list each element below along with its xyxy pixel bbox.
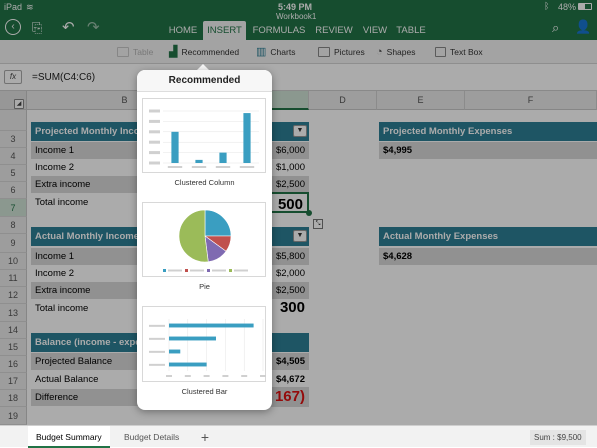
legend-swatch	[163, 269, 166, 272]
legend-label	[212, 269, 226, 272]
pie-slice	[178, 209, 209, 263]
column-mark	[195, 159, 203, 163]
y-tick-label	[149, 119, 160, 123]
clustered-column-label: Clustered Column	[174, 178, 235, 187]
y-tick-label	[149, 130, 160, 134]
x-tick-label	[166, 375, 172, 377]
legend-label	[168, 269, 182, 272]
legend-label	[190, 269, 204, 272]
pie-chart-preview	[163, 209, 248, 272]
bar-mark	[169, 323, 254, 328]
x-tick-label	[260, 375, 266, 377]
add-sheet-icon[interactable]: +	[196, 428, 214, 446]
y-tick-label	[149, 337, 165, 340]
x-tick-label	[167, 166, 183, 168]
sheet-tab-budget-details[interactable]: Budget Details	[116, 426, 187, 448]
x-tick-label	[239, 166, 255, 168]
column-mark	[243, 113, 251, 163]
column-mark	[219, 152, 227, 163]
sum-readout: Sum : $9,500	[530, 430, 586, 445]
clustered-bar-chart-preview	[149, 319, 266, 377]
bar-mark	[169, 362, 207, 367]
y-tick-label	[149, 161, 160, 165]
popover-title: Recommended	[137, 70, 272, 92]
sheet-tab-budget-summary[interactable]: Budget Summary	[28, 426, 110, 448]
y-tick-label	[149, 324, 165, 327]
y-tick-label	[149, 350, 165, 353]
legend-label	[234, 269, 248, 272]
clustered-column-chart-preview	[149, 109, 259, 168]
clustered-bar-thumbnail[interactable]	[142, 306, 266, 382]
x-tick-label	[222, 375, 229, 377]
x-tick-label	[215, 166, 231, 168]
y-tick-label	[149, 140, 160, 144]
bar-mark	[169, 349, 181, 354]
y-tick-label	[149, 151, 160, 155]
legend-swatch	[185, 269, 188, 272]
pie-thumbnail[interactable]	[142, 202, 266, 277]
column-mark	[171, 131, 179, 163]
modal-dim-overlay[interactable]	[0, 0, 597, 425]
x-tick-label	[241, 375, 248, 377]
legend-swatch	[207, 269, 210, 272]
y-tick-label	[149, 109, 160, 113]
sheet-tabs-bar: Budget Summary Budget Details + Sum : $9…	[0, 425, 597, 448]
y-tick-label	[149, 363, 165, 366]
recommended-charts-popover: Recommended Clustered Column Pie Cluster…	[137, 70, 272, 410]
pie-label: Pie	[199, 282, 210, 291]
x-tick-label	[191, 166, 207, 168]
x-tick-label	[184, 375, 191, 377]
clustered-column-thumbnail[interactable]	[142, 98, 266, 173]
legend-swatch	[229, 269, 232, 272]
pie-slice	[204, 209, 232, 237]
x-tick-label	[203, 375, 210, 377]
bar-mark	[169, 336, 216, 341]
clustered-bar-label: Clustered Bar	[181, 387, 228, 396]
